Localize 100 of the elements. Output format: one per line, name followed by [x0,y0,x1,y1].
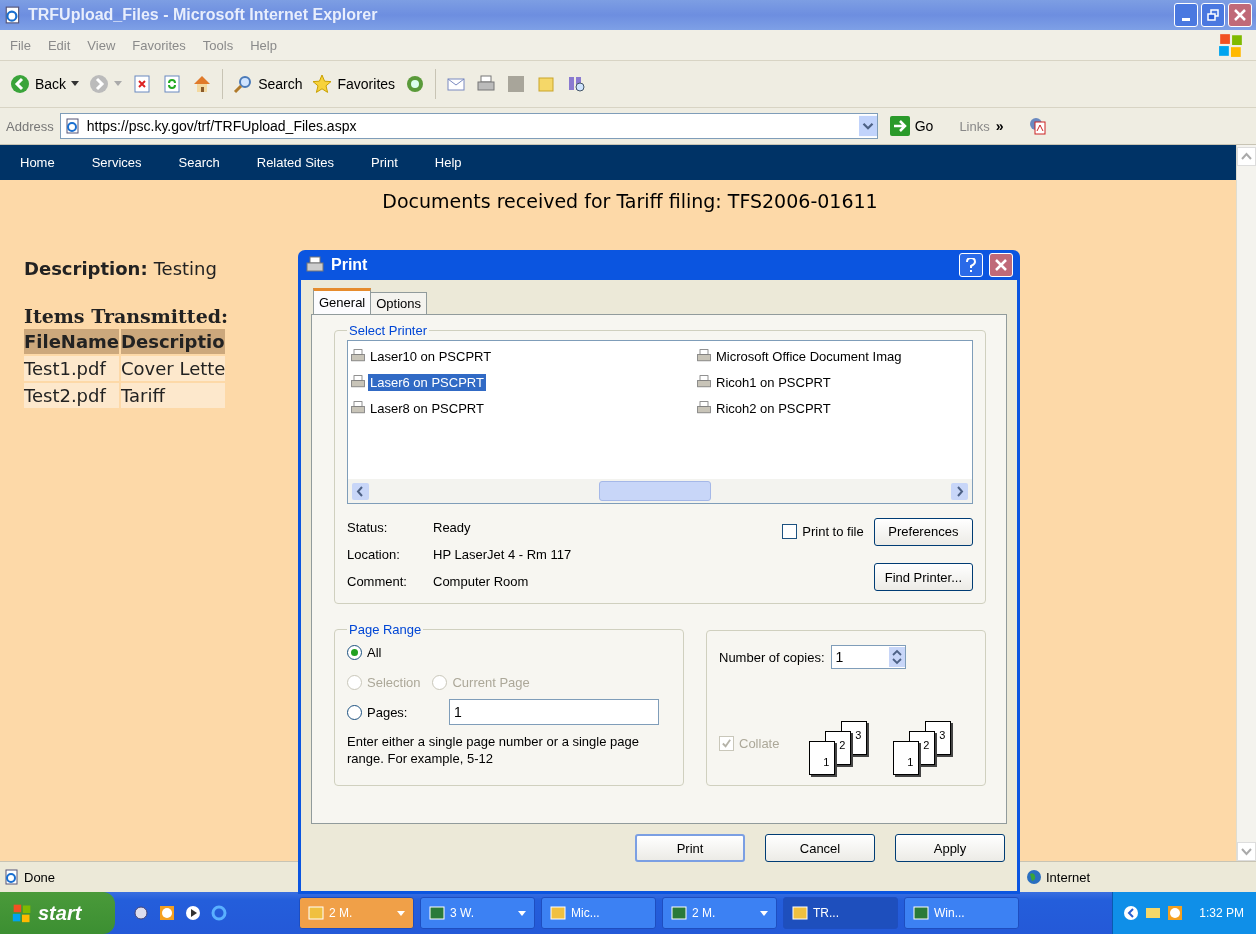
window-title: TRFUpload_Files - Microsoft Internet Explorer [28,6,379,24]
description-label: Description: [24,258,148,279]
close-button[interactable] [1228,3,1252,27]
tab[interactable]: Options [370,292,428,314]
printer-icon [696,348,712,364]
taskbar-button[interactable]: Win... [904,897,1019,929]
caret-icon [71,81,80,87]
start-button[interactable]: start [0,892,115,934]
caret-icon [114,81,123,87]
windows-logo-icon [12,903,32,923]
taskbar-button[interactable]: Mic... [541,897,656,929]
chevron-icon[interactable] [1123,905,1140,921]
security-zone: Internet [1022,869,1256,885]
info-label: Comment: [347,574,408,589]
refresh-icon[interactable] [162,74,183,94]
dialog-button[interactable]: Print [635,834,745,862]
info-value: Ready [433,520,471,535]
taskbar-button[interactable]: TR... [783,897,898,929]
printer-icon [350,374,366,390]
stop-icon[interactable] [132,74,153,94]
star-icon [312,74,333,94]
horizontal-scrollbar[interactable] [348,479,972,503]
nav-link[interactable]: Print [371,155,398,170]
search-icon [233,74,254,94]
printer-item[interactable]: Laser8 on PSCPRT [348,395,694,421]
back-button[interactable]: Back [10,74,80,94]
restore-icon [1207,9,1219,21]
find-printer-button[interactable]: Find Printer... [873,563,973,592]
close-icon [994,258,1008,272]
table-cell: Test1.pdf [24,356,120,381]
nav-link[interactable]: Help [434,155,462,170]
address-label: Address [6,118,54,134]
nav-link[interactable]: Search [178,155,220,170]
clock: 1:32 PM [1199,906,1244,920]
dropdown-icon[interactable] [858,115,877,137]
restore-button[interactable] [1201,3,1225,27]
play-icon[interactable] [185,905,201,921]
info-value: Computer Room [433,574,529,589]
arrow-icon [889,116,910,136]
table-cell: Cover Lette [121,356,226,381]
printer-item[interactable]: Laser10 on PSCPRT [348,343,694,369]
ie-logo-icon[interactable] [211,905,227,921]
caret-icon [760,910,768,916]
ie-page-icon [4,869,20,885]
printer-icon [350,348,366,364]
printer-icon[interactable] [476,74,497,94]
info-value: HP LaserJet 4 - Rm 117 [433,547,572,562]
table-cell: Tariff [121,383,226,408]
printer-item[interactable]: Microsoft Office Document Imag [694,343,972,369]
minimize-icon [1182,17,1190,21]
minimize-button[interactable] [1174,3,1198,27]
group-title: Select Printer [348,323,429,338]
description-text: Testing [153,258,217,279]
pdf-icon[interactable] [1027,116,1048,136]
dialog-title: Print [331,256,369,274]
close-button[interactable] [989,253,1013,277]
dialog-button[interactable]: Cancel [765,834,875,862]
tab[interactable]: General [313,288,372,314]
page-heading: Documents received for Tariff filing: TFS2006-01611 [381,190,879,212]
address-field[interactable]: https://psc.ky.gov/trf/TRFUpload_Files.aspx [59,113,878,139]
column-header: Descriptio [121,329,226,354]
nav-link[interactable]: Services [91,155,142,170]
pages-field[interactable]: 1 [449,699,659,725]
windows-logo-icon [1218,32,1244,58]
vertical-scrollbar[interactable] [1236,145,1256,861]
scroll-thumb[interactable] [599,481,711,501]
media-icon[interactable] [405,74,426,94]
printer-item[interactable]: Ricoh1 on PSCPRT [694,369,972,395]
close-icon [1233,8,1247,22]
forward-button[interactable] [89,74,123,94]
printer-item[interactable]: Ricoh2 on PSCPRT [694,395,972,421]
nav-link[interactable]: Home [20,155,55,170]
more-chevron[interactable]: » [995,118,1004,134]
up-down-arrows-icon[interactable] [888,647,905,667]
copies-spinner[interactable]: 1 [830,645,906,669]
ie-page-icon [4,6,22,24]
print-to-file-checkbox[interactable]: Print to file [782,524,864,540]
printer-item[interactable]: Laser6 on PSCPRT [348,369,694,395]
check-icon [721,737,732,749]
dialog-button[interactable]: Apply [895,834,1005,862]
printer-icon [305,255,325,275]
preferences-button[interactable]: Preferences [873,517,973,546]
printer-icon [350,400,366,416]
group-title: Page Range [348,622,423,637]
go-button[interactable]: Go [889,116,934,136]
globe-icon [1026,869,1042,885]
copies-label: Number of copies: [719,649,825,665]
ie-page-icon [64,118,81,134]
radio-option[interactable]: All [347,644,382,660]
radio-option[interactable]: Pages: [347,704,437,720]
taskbar-button[interactable]: 2 M. [662,897,777,929]
search-button[interactable]: Search [233,74,303,94]
home-icon[interactable] [192,74,213,94]
square-icon[interactable] [506,74,527,94]
help-button[interactable] [959,253,983,277]
nav-link[interactable]: Related Sites [256,155,335,170]
table-cell: Test2.pdf [24,383,120,408]
taskbar-button[interactable]: 3 W. [420,897,535,929]
column-header: FileName [24,329,120,354]
favorites-button[interactable]: Favorites [312,74,396,94]
